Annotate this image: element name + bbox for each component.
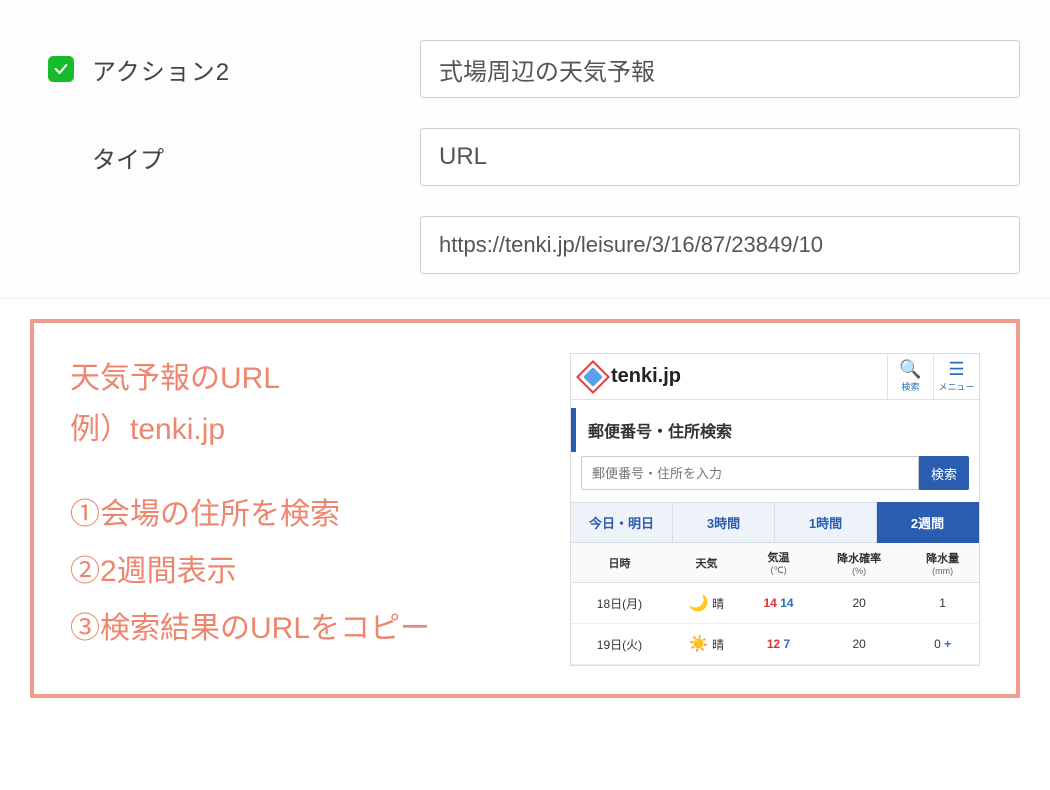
th-date: 日時 xyxy=(571,543,668,583)
tenki-logo-icon xyxy=(576,360,610,394)
cell-temp: 14 14 xyxy=(745,583,812,624)
table-row: 18日(月)🌙 晴14 14201 xyxy=(571,583,979,624)
search-icon-button[interactable]: 🔍 検索 xyxy=(887,354,933,399)
heading-line1: 天気予報のURL xyxy=(70,353,570,404)
tenki-search-form: 検索 xyxy=(571,456,979,502)
magnifier-icon: 🔍 xyxy=(899,360,921,378)
hamburger-icon: ☰ xyxy=(948,360,964,378)
search-icon-caption: 検索 xyxy=(901,380,919,393)
checkbox-action2[interactable] xyxy=(48,56,74,82)
cell-date: 19日(火) xyxy=(571,624,668,665)
temp-low: 14 xyxy=(780,596,793,610)
th-precip: 降水量 (mm) xyxy=(906,543,979,583)
tenki-widget: tenki.jp 🔍 検索 ☰ メニュー 郵便番号・住所検索 検索 今日・明日 … xyxy=(570,353,980,666)
menu-icon-button[interactable]: ☰ メニュー xyxy=(933,354,979,399)
input-url[interactable] xyxy=(420,216,1020,274)
tab-today[interactable]: 今日・明日 xyxy=(571,502,673,543)
label-action2: アクション2 xyxy=(92,52,230,87)
menu-icon-caption: メニュー xyxy=(938,380,974,393)
temp-high: 14 xyxy=(764,596,777,610)
panel-instructions: 天気予報のURL 例）tenki.jp ①会場の住所を検索 ②2週間表示 ③検索… xyxy=(70,353,570,666)
sun-icon: ☀️ xyxy=(689,636,709,653)
row-url xyxy=(30,216,1020,274)
cell-precip: 1 xyxy=(906,583,979,624)
weather-text: 晴 xyxy=(712,638,724,652)
cell-weather: 🌙 晴 xyxy=(668,583,745,624)
row-type: タイプ xyxy=(30,128,1020,186)
tenki-search-button[interactable]: 検索 xyxy=(919,456,969,490)
tenki-search-input[interactable] xyxy=(581,456,919,490)
moon-icon: 🌙 xyxy=(689,595,709,612)
tenki-forecast-table: 日時 天気 気温 (℃) 降水確率 (%) 降水量 (mm) xyxy=(571,543,979,665)
temp-low: 7 xyxy=(784,637,791,651)
cell-date: 18日(月) xyxy=(571,583,668,624)
cell-pop: 20 xyxy=(812,583,906,624)
weather-text: 晴 xyxy=(712,597,724,611)
th-weather: 天気 xyxy=(668,543,745,583)
label-type: タイプ xyxy=(92,140,164,175)
tenki-logo[interactable]: tenki.jp xyxy=(571,354,887,399)
tenki-section-title: 郵便番号・住所検索 xyxy=(571,408,979,452)
form-section: アクション2 タイプ xyxy=(0,0,1050,299)
expand-icon[interactable]: + xyxy=(944,637,951,651)
row-action: アクション2 xyxy=(30,40,1020,98)
table-row: 19日(火)☀️ 晴12 7200 + xyxy=(571,624,979,665)
tab-3h[interactable]: 3時間 xyxy=(673,502,775,543)
th-temp: 気温 (℃) xyxy=(745,543,812,583)
input-action-title[interactable] xyxy=(420,40,1020,98)
cell-temp: 12 7 xyxy=(745,624,812,665)
cell-pop: 20 xyxy=(812,624,906,665)
step-1: ①会場の住所を検索 xyxy=(70,489,570,540)
step-2: ②2週間表示 xyxy=(70,546,570,597)
tenki-tabs: 今日・明日 3時間 1時間 2週間 xyxy=(571,502,979,543)
temp-high: 12 xyxy=(767,637,780,651)
cell-precip: 0 + xyxy=(906,624,979,665)
cell-weather: ☀️ 晴 xyxy=(668,624,745,665)
tenki-header: tenki.jp 🔍 検索 ☰ メニュー xyxy=(571,354,979,400)
explanation-panel: 天気予報のURL 例）tenki.jp ①会場の住所を検索 ②2週間表示 ③検索… xyxy=(30,319,1020,698)
input-type[interactable] xyxy=(420,128,1020,186)
table-header-row: 日時 天気 気温 (℃) 降水確率 (%) 降水量 (mm) xyxy=(571,543,979,583)
tenki-preview: tenki.jp 🔍 検索 ☰ メニュー 郵便番号・住所検索 検索 今日・明日 … xyxy=(570,353,980,666)
th-pop: 降水確率 (%) xyxy=(812,543,906,583)
heading-line2: 例）tenki.jp xyxy=(70,404,570,455)
check-icon xyxy=(53,61,69,77)
tab-1h[interactable]: 1時間 xyxy=(775,502,877,543)
tenki-brand-text: tenki.jp xyxy=(611,365,681,388)
step-3: ③検索結果のURLをコピー xyxy=(70,603,570,654)
tab-2week[interactable]: 2週間 xyxy=(877,502,979,543)
